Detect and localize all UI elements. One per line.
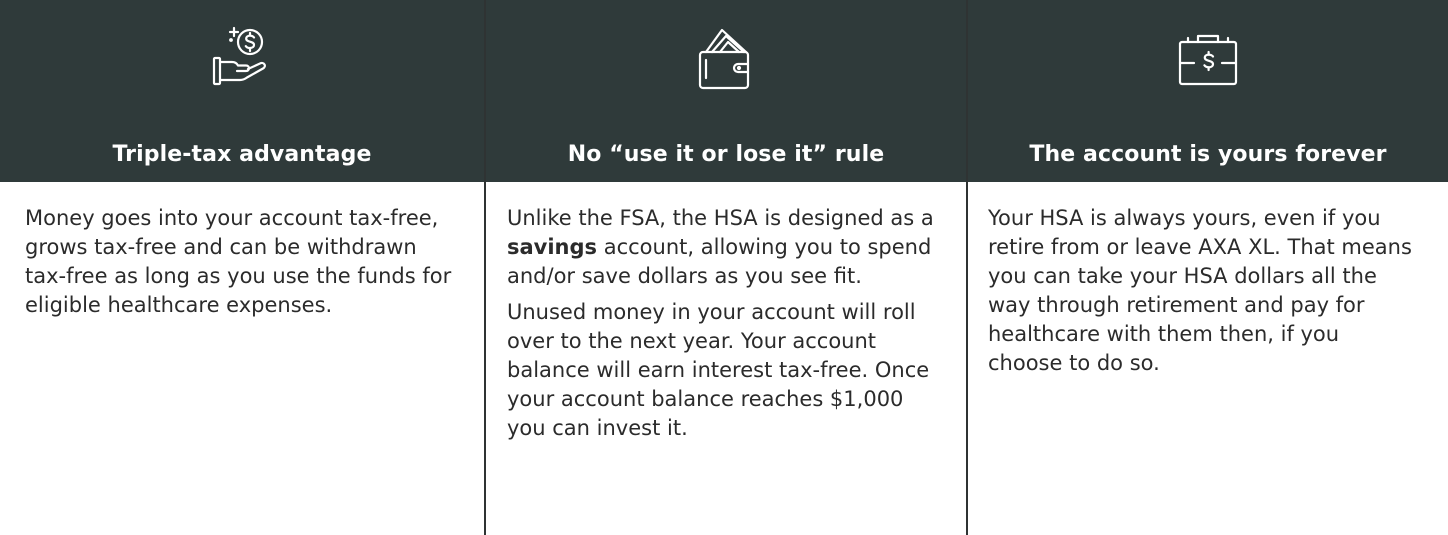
benefit-column-no-use-it-or-lose-it: No “use it or lose it” rule Unlike the F… xyxy=(486,0,968,535)
column-header: No “use it or lose it” rule xyxy=(486,0,966,182)
column-body: Money goes into your account tax-free, g… xyxy=(0,182,484,535)
column-header: The account is yours forever xyxy=(968,0,1448,182)
column-header: Triple-tax advantage xyxy=(0,0,484,182)
body-paragraph: Unlike the FSA, the HSA is designed as a… xyxy=(507,204,936,291)
wallet-icon xyxy=(698,28,750,90)
body-paragraph: Your HSA is always yours, even if you re… xyxy=(988,206,1412,375)
column-body: Your HSA is always yours, even if you re… xyxy=(968,182,1448,535)
body-paragraph: Unused money in your account will roll o… xyxy=(507,300,930,440)
benefits-table: Triple-tax advantage Money goes into you… xyxy=(0,0,1448,535)
briefcase-dollar-icon xyxy=(1178,34,1238,86)
column-title: Triple-tax advantage xyxy=(112,142,372,167)
column-body: Unlike the FSA, the HSA is designed as a… xyxy=(486,182,966,535)
body-paragraph: Money goes into your account tax-free, g… xyxy=(25,206,452,317)
benefit-column-triple-tax: Triple-tax advantage Money goes into you… xyxy=(0,0,486,535)
column-title: No “use it or lose it” rule xyxy=(567,142,885,167)
body-emphasis: savings xyxy=(507,235,598,259)
body-text: Unlike the FSA, the HSA is designed as a xyxy=(507,206,934,230)
column-title: The account is yours forever xyxy=(1029,142,1387,167)
benefit-column-yours-forever: The account is yours forever Your HSA is… xyxy=(968,0,1448,535)
hand-dollar-coin-icon xyxy=(212,26,266,86)
